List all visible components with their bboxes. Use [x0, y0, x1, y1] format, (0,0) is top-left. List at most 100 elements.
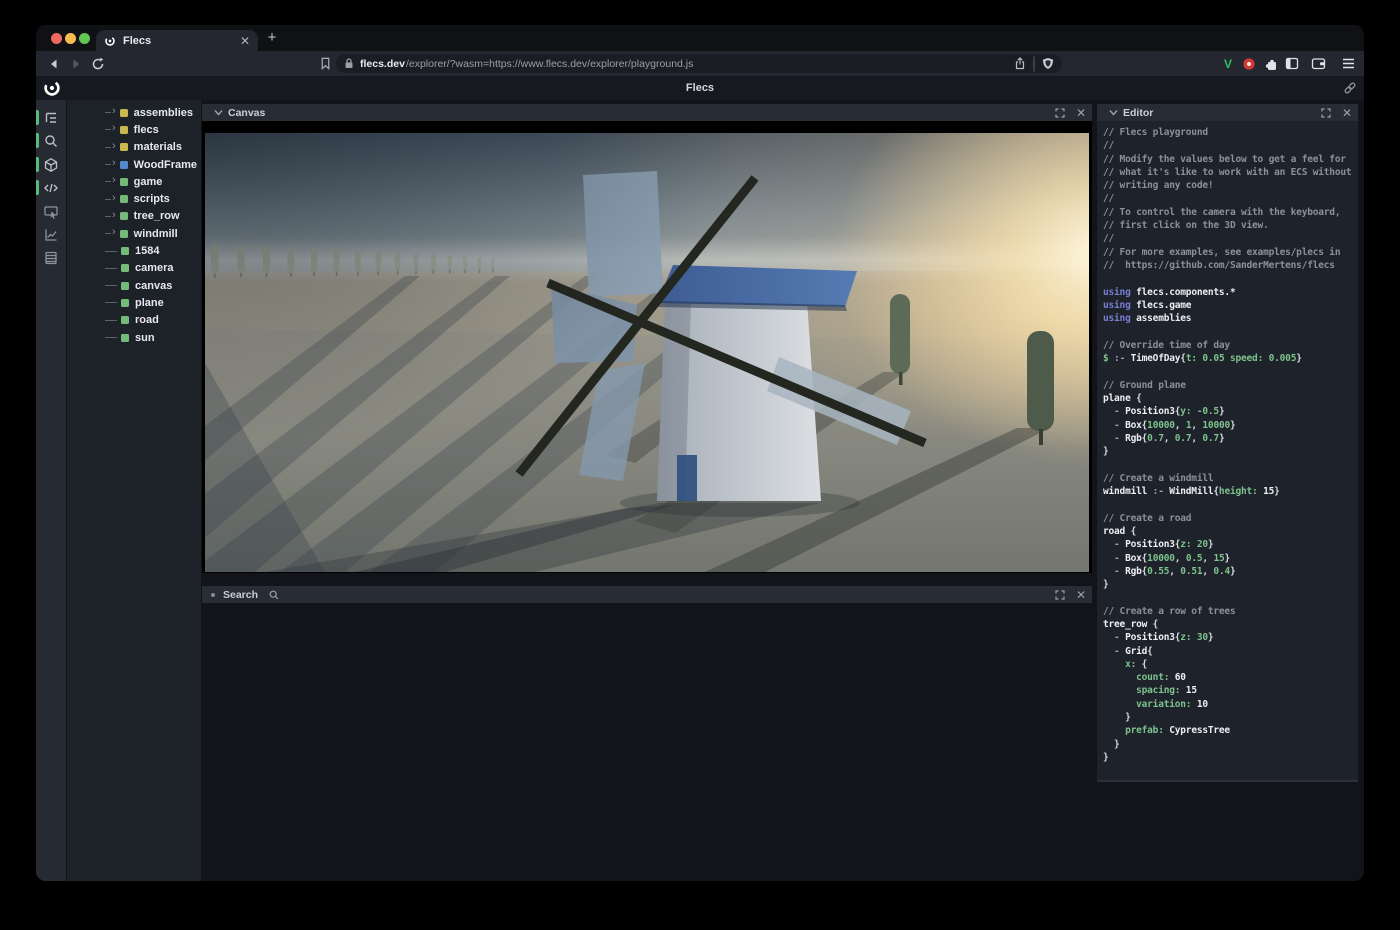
expand-chevron-icon[interactable]: › — [112, 175, 116, 186]
scene-cube-icon[interactable] — [36, 153, 66, 176]
code-line — [1103, 591, 1358, 604]
tab-close-icon[interactable]: ✕ — [240, 35, 250, 47]
close-icon[interactable]: ✕ — [1342, 107, 1352, 119]
expand-chevron-icon[interactable]: › — [112, 158, 116, 169]
fullscreen-icon[interactable] — [1321, 108, 1331, 118]
code-editor[interactable]: // Flecs playground//// Modify the value… — [1097, 121, 1358, 764]
browser-window: Flecs ✕ + flecs.dev /explorer/?wasm=http… — [36, 25, 1364, 881]
tree-item-label: 1584 — [135, 245, 159, 257]
canvas-panel-title: Canvas — [228, 107, 1044, 119]
new-tab-button[interactable]: + — [262, 28, 282, 48]
stats-chart-icon[interactable] — [36, 223, 66, 246]
chevron-down-icon[interactable] — [1109, 109, 1118, 116]
tree-item-sun[interactable]: sun — [67, 329, 201, 346]
logs-icon[interactable] — [36, 246, 66, 269]
close-icon[interactable]: ✕ — [1076, 589, 1086, 601]
code-line: // — [1103, 192, 1358, 205]
urlbar-divider: | — [1032, 55, 1036, 73]
extensions-puzzle-button[interactable] — [1261, 51, 1281, 76]
fullscreen-icon[interactable] — [1055, 108, 1065, 118]
editor-panel-header: Editor ✕ — [1097, 104, 1358, 121]
inspector-icon[interactable] — [36, 200, 66, 223]
code-line: windmill :- WindMill{height: 15} — [1103, 485, 1358, 498]
wallet-button[interactable] — [1308, 51, 1328, 76]
tree-guide-line — [105, 181, 111, 182]
3d-scene[interactable] — [205, 133, 1089, 572]
code-line: // https://github.com/SanderMertens/flec… — [1103, 259, 1358, 272]
query-search-icon[interactable] — [36, 129, 66, 152]
code-line: count: 60 — [1103, 671, 1358, 684]
expand-chevron-icon[interactable]: › — [112, 227, 116, 238]
window-close-button[interactable] — [51, 33, 62, 44]
code-line: } — [1103, 578, 1358, 591]
code-line: // For more examples, see examples/plecs… — [1103, 246, 1358, 259]
tree-guide-line — [105, 216, 111, 217]
code-line: using assemblies — [1103, 312, 1358, 325]
share-icon[interactable] — [1014, 57, 1026, 70]
tree-item-WoodFrame[interactable]: ›WoodFrame — [67, 156, 201, 173]
tree-item-label: tree_row — [134, 210, 180, 222]
expand-chevron-icon[interactable]: › — [112, 210, 116, 221]
reload-button[interactable] — [87, 53, 109, 75]
tree-item-tree_row[interactable]: › tree_row — [67, 208, 201, 225]
expand-chevron-icon[interactable]: › — [112, 141, 116, 152]
tree-item-1584[interactable]: 1584 — [67, 242, 201, 259]
tree-item-scripts[interactable]: ›scripts — [67, 190, 201, 207]
tree-guide-line — [105, 337, 117, 338]
tree-item-label: game — [134, 176, 163, 188]
tree-item-camera[interactable]: camera — [67, 260, 201, 277]
active-indicator — [36, 133, 39, 148]
script-code-icon[interactable] — [36, 176, 66, 199]
window-zoom-button[interactable] — [79, 33, 90, 44]
entity-square-icon — [120, 178, 128, 186]
code-line: prefab: CypressTree — [1103, 724, 1358, 737]
close-icon[interactable]: ✕ — [1076, 107, 1086, 119]
module-square-icon — [120, 126, 128, 134]
fullscreen-icon[interactable] — [1055, 590, 1065, 600]
entity-square-icon — [121, 282, 129, 290]
tree-item-canvas[interactable]: canvas — [67, 277, 201, 294]
entity-tree-icon[interactable] — [36, 106, 66, 129]
extension-red-badge-button[interactable] — [1239, 51, 1259, 76]
code-line: - Box{10000, 1, 10000} — [1103, 419, 1358, 432]
code-line — [1103, 325, 1358, 338]
tree-item-plane[interactable]: plane — [67, 294, 201, 311]
tree-item-game[interactable]: › game — [67, 173, 201, 190]
tree-guide-line — [105, 129, 111, 130]
tree-item-road[interactable]: road — [67, 312, 201, 329]
collapsed-indicator-icon[interactable] — [211, 593, 215, 597]
url-bar[interactable]: flecs.dev /explorer/?wasm=https://www.fl… — [336, 54, 1062, 73]
entity-square-icon — [121, 334, 129, 342]
code-line: // To control the camera with the keyboa… — [1103, 206, 1358, 219]
code-line: // writing any code! — [1103, 179, 1358, 192]
editor-panel-body[interactable]: // Flecs playground//// Modify the value… — [1097, 121, 1358, 782]
window-minimize-button[interactable] — [65, 33, 76, 44]
code-line: using flecs.components.* — [1103, 286, 1358, 299]
tree-item-windmill[interactable]: ›windmill — [67, 225, 201, 242]
forward-button[interactable] — [65, 53, 87, 75]
bookmark-sidebar-icon[interactable] — [314, 53, 336, 75]
chevron-down-icon[interactable] — [214, 109, 223, 116]
sidebar-toggle-button[interactable] — [1282, 51, 1302, 76]
flecs-explorer-app: Flecs — [36, 76, 1364, 881]
active-indicator — [36, 180, 39, 195]
permalink-icon[interactable] — [1343, 81, 1357, 95]
code-line: tree_row { — [1103, 618, 1358, 631]
tree-item-assemblies[interactable]: ›assemblies — [67, 104, 201, 121]
expand-chevron-icon[interactable]: › — [112, 123, 116, 134]
windmill-door — [677, 455, 697, 501]
code-line: // — [1103, 139, 1358, 152]
extension-vue-button[interactable]: V — [1218, 51, 1238, 76]
code-line: } — [1103, 751, 1358, 764]
back-button[interactable] — [43, 53, 65, 75]
browser-menu-button[interactable] — [1338, 51, 1358, 76]
browser-tab[interactable]: Flecs ✕ — [96, 30, 258, 51]
brave-shield-icon[interactable] — [1042, 57, 1054, 70]
expand-chevron-icon[interactable]: › — [112, 106, 116, 117]
expand-chevron-icon[interactable]: › — [112, 193, 116, 204]
tree-item-label: plane — [135, 297, 164, 309]
tree-item-flecs[interactable]: ›flecs — [67, 121, 201, 138]
tree-item-materials[interactable]: ›materials — [67, 139, 201, 156]
tab-favicon-flecs-icon — [104, 35, 116, 47]
flecs-logo-icon[interactable] — [43, 79, 61, 97]
